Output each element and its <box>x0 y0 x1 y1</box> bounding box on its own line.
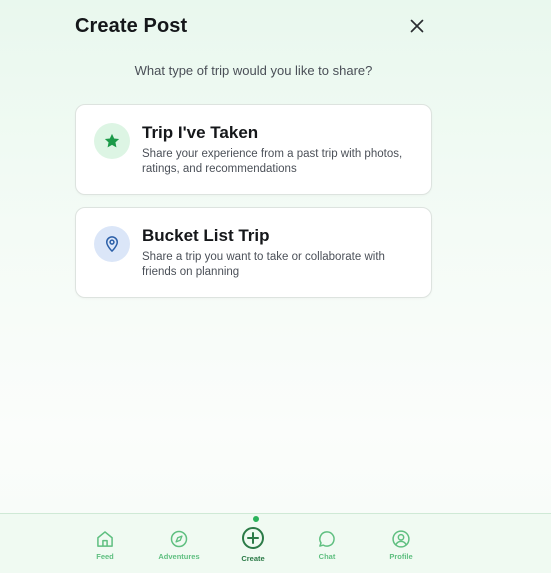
plus-circle-icon <box>242 527 264 549</box>
nav-item-adventures[interactable]: Adventures <box>144 514 214 573</box>
header: Create Post <box>75 14 427 38</box>
bucket-list-card[interactable]: Bucket List Trip Share a trip you want t… <box>75 207 432 298</box>
nav-label: Feed <box>96 552 114 561</box>
card-description: Share your experience from a past trip w… <box>142 148 403 175</box>
bucket-list-icon-badge <box>94 226 130 262</box>
page-title: Create Post <box>75 14 188 37</box>
card-title: Bucket List Trip <box>142 226 270 245</box>
chat-bubble-icon <box>319 531 335 547</box>
star-icon <box>104 133 120 148</box>
nav-item-feed[interactable]: Feed <box>70 514 140 573</box>
user-circle-icon <box>392 530 410 548</box>
trip-taken-card[interactable]: Trip I've Taken Share your experience fr… <box>75 104 432 195</box>
map-pin-icon <box>106 236 118 252</box>
home-icon <box>97 531 113 547</box>
nav-label: Chat <box>318 552 336 561</box>
bottom-nav: Feed Adventures Create Chat Profile <box>0 513 551 573</box>
close-icon <box>410 19 424 33</box>
nav-item-profile[interactable]: Profile <box>366 514 436 573</box>
nav-item-chat[interactable]: Chat <box>292 514 362 573</box>
prompt-text: What type of trip would you like to shar… <box>134 63 373 78</box>
compass-icon <box>170 530 188 548</box>
nav-label: Create <box>241 554 265 563</box>
card-description: Share a trip you want to take or collabo… <box>142 251 385 278</box>
nav-item-create[interactable]: Create <box>218 514 288 573</box>
trip-taken-icon-badge <box>94 123 130 159</box>
card-title: Trip I've Taken <box>142 123 259 142</box>
close-button[interactable] <box>407 16 427 36</box>
nav-label: Adventures <box>158 552 200 561</box>
active-indicator-dot <box>253 516 259 522</box>
nav-label: Profile <box>389 552 413 561</box>
